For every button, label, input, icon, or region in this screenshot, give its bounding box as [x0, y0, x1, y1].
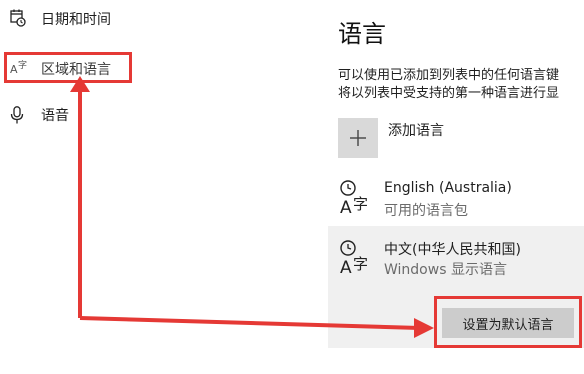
annotation-arrow — [79, 316, 434, 338]
annotation-arrow — [70, 76, 90, 318]
annotation-arrows — [70, 76, 434, 338]
